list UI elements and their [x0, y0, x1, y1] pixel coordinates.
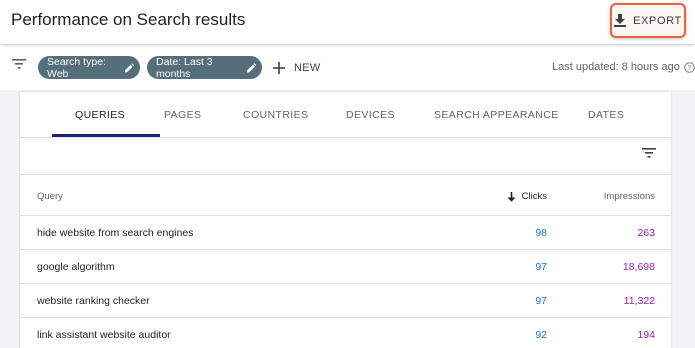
table-filter-icon[interactable]: [642, 148, 656, 158]
impressions-cell: 18,698: [622, 261, 655, 273]
table-row[interactable]: link assistant website auditor 92 194: [20, 318, 671, 348]
table-top-divider: [20, 174, 671, 175]
query-cell: hide website from search engines: [37, 227, 194, 239]
column-header-impressions[interactable]: Impressions: [604, 191, 655, 202]
column-header-clicks-label: Clicks: [521, 191, 547, 202]
tab-countries[interactable]: COUNTRIES: [243, 109, 308, 121]
table-row[interactable]: google algorithm 97 18,698: [20, 250, 671, 284]
impressions-cell: 263: [637, 227, 655, 239]
filter-icon[interactable]: [12, 59, 26, 69]
clicks-cell: 97: [535, 295, 547, 307]
query-cell: google algorithm: [37, 261, 115, 273]
date-range-chip[interactable]: Date: Last 3 months: [147, 55, 262, 80]
table-row[interactable]: website ranking checker 97 11,322: [20, 284, 671, 318]
tab-devices[interactable]: DEVICES: [346, 109, 395, 121]
tab-pages[interactable]: PAGES: [164, 109, 201, 121]
export-label: EXPORT: [633, 14, 682, 27]
performance-table-card: QUERIES PAGES COUNTRIES DEVICES SEARCH A…: [20, 92, 671, 348]
clicks-cell: 97: [535, 261, 547, 273]
query-cell: website ranking checker: [37, 295, 150, 307]
last-updated: Last updated: 8 hours ago ?: [552, 61, 695, 73]
page-title: Performance on Search results: [11, 10, 246, 29]
clicks-cell: 92: [535, 329, 547, 341]
impressions-cell: 11,322: [623, 295, 655, 307]
header: Performance on Search results EXPORT: [0, 0, 695, 44]
help-icon[interactable]: ?: [684, 61, 695, 73]
svg-text:?: ?: [687, 63, 691, 72]
column-header-clicks[interactable]: Clicks: [507, 191, 547, 202]
date-range-chip-label: Date: Last 3 months: [156, 55, 213, 80]
last-updated-text: Last updated: 8 hours ago: [552, 61, 680, 73]
export-button[interactable]: EXPORT: [610, 3, 686, 38]
dimension-tabs: QUERIES PAGES COUNTRIES DEVICES SEARCH A…: [20, 92, 671, 137]
pencil-icon: [246, 62, 256, 73]
plus-icon: [273, 62, 285, 74]
query-cell: link assistant website auditor: [37, 329, 171, 341]
tab-search-appearance[interactable]: SEARCH APPEARANCE: [434, 109, 559, 121]
pencil-icon: [125, 62, 134, 72]
tab-dates[interactable]: DATES: [588, 109, 624, 121]
search-type-chip[interactable]: Search type: Web: [38, 55, 140, 80]
arrow-down-icon: [507, 191, 516, 202]
search-type-chip-label: Search type: Web: [47, 55, 106, 80]
column-header-query[interactable]: Query: [37, 191, 63, 202]
download-icon: [614, 14, 627, 27]
filter-bar: Search type: Web Date: Last 3 months NEW…: [0, 44, 695, 90]
new-filter-label: NEW: [294, 62, 321, 74]
tabs-divider: [20, 137, 671, 138]
clicks-cell: 98: [535, 227, 547, 239]
tab-queries[interactable]: QUERIES: [75, 109, 125, 121]
new-filter-button[interactable]: NEW: [273, 57, 321, 79]
table-row[interactable]: hide website from search engines 98 263: [20, 216, 671, 250]
impressions-cell: 194: [637, 329, 655, 341]
